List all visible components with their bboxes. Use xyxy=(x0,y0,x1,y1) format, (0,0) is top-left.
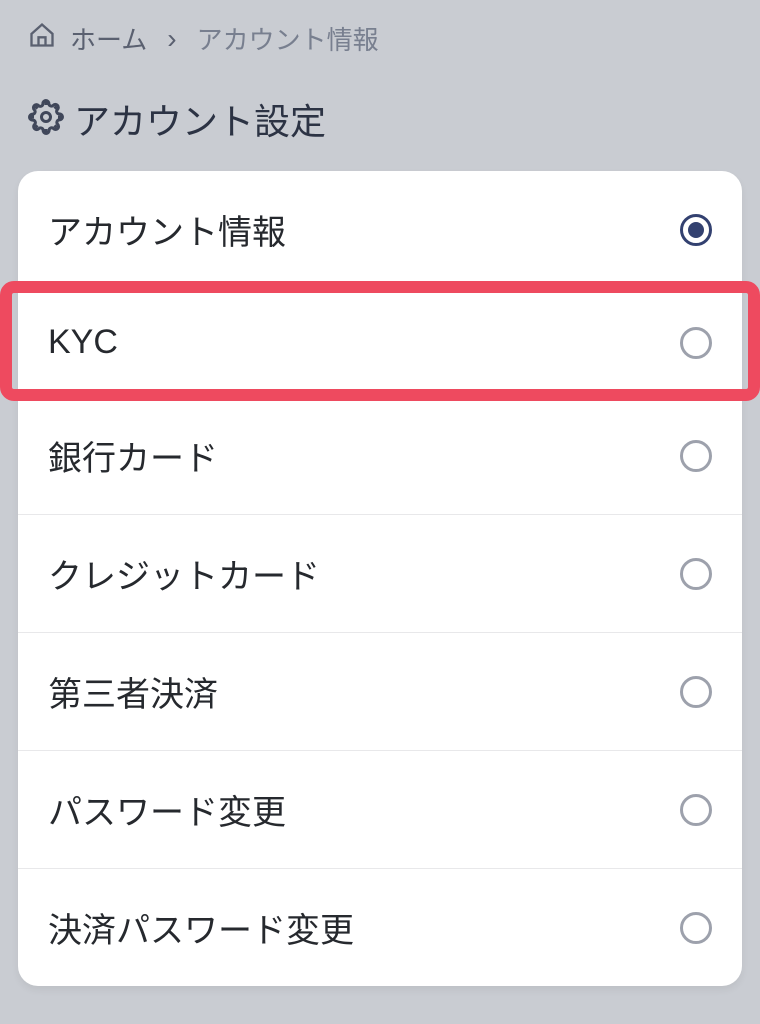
option-third-party-payment[interactable]: 第三者決済 xyxy=(18,633,742,751)
breadcrumb: ホーム › アカウント情報 xyxy=(0,0,760,67)
radio-icon xyxy=(680,214,712,246)
radio-icon xyxy=(680,558,712,590)
option-label: 決済パスワード変更 xyxy=(48,903,354,952)
option-bank-card[interactable]: 銀行カード xyxy=(18,397,742,515)
page-title: アカウント設定 xyxy=(74,93,326,145)
option-label: アカウント情報 xyxy=(48,205,286,254)
radio-icon xyxy=(680,440,712,472)
options-card: アカウント情報 KYC 銀行カード クレジットカード 第三者決済 パスワード変更… xyxy=(18,171,742,986)
radio-icon xyxy=(680,912,712,944)
radio-icon xyxy=(680,794,712,826)
option-payment-password-change[interactable]: 決済パスワード変更 xyxy=(18,869,742,986)
breadcrumb-home[interactable]: ホーム xyxy=(70,20,147,57)
option-label: KYC xyxy=(48,323,118,362)
option-label: パスワード変更 xyxy=(48,785,286,834)
option-password-change[interactable]: パスワード変更 xyxy=(18,751,742,869)
page-title-row: アカウント設定 xyxy=(0,67,760,171)
breadcrumb-current: アカウント情報 xyxy=(197,20,379,57)
gear-icon xyxy=(28,99,64,140)
chevron-right-icon: › xyxy=(167,23,176,55)
option-label: 第三者決済 xyxy=(48,667,218,716)
home-icon xyxy=(28,21,56,56)
option-credit-card[interactable]: クレジットカード xyxy=(18,515,742,633)
radio-icon xyxy=(680,676,712,708)
option-label: クレジットカード xyxy=(48,549,320,598)
option-account-info[interactable]: アカウント情報 xyxy=(18,171,742,289)
option-label: 銀行カード xyxy=(48,431,218,480)
radio-icon xyxy=(680,327,712,359)
option-kyc[interactable]: KYC xyxy=(18,289,742,397)
